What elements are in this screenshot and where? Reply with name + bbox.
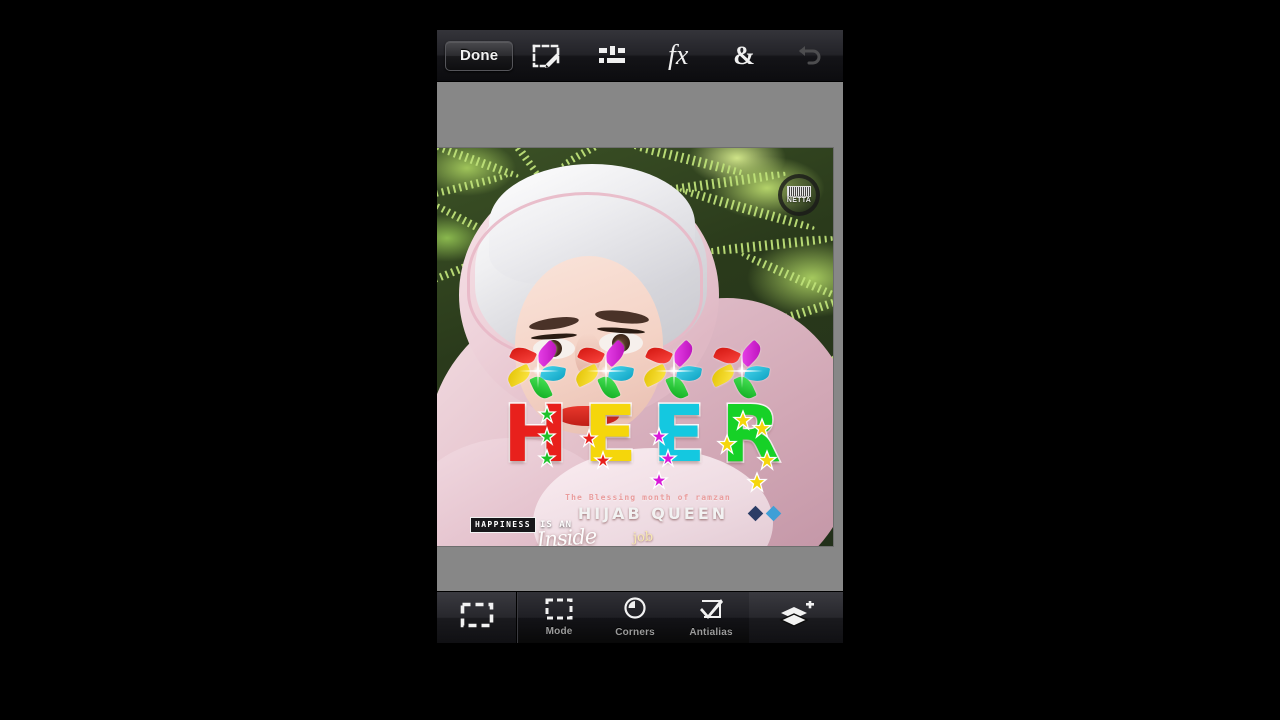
add-layer-button[interactable] xyxy=(749,592,843,643)
sliders-icon xyxy=(597,43,627,69)
done-button[interactable]: Done xyxy=(445,40,514,71)
canvas-work-area[interactable]: NETTA H E E R The Blessing month of ramz… xyxy=(437,82,843,611)
corners-button[interactable]: Corners xyxy=(597,592,673,643)
antialias-button[interactable]: Antialias xyxy=(673,592,749,643)
selection-tool-button[interactable] xyxy=(513,30,579,82)
photo-subject xyxy=(437,148,833,546)
bottom-toolbar: Mode Corners Antialias xyxy=(437,591,843,643)
ampersand-icon: & xyxy=(733,40,755,70)
fx-icon: fx xyxy=(668,39,689,71)
watermark-barcode xyxy=(787,185,811,197)
antialias-label: Antialias xyxy=(689,627,733,638)
corners-label: Corners xyxy=(615,627,655,638)
toolbar-divider xyxy=(516,592,518,643)
adjust-tool-button[interactable] xyxy=(579,30,645,82)
mode-button[interactable]: Mode xyxy=(521,592,597,643)
ampersand-icon-glyph: & xyxy=(733,40,755,70)
selection-tool-indicator[interactable] xyxy=(437,592,517,643)
checkmark-icon xyxy=(698,597,724,626)
layers-plus-icon xyxy=(777,600,815,634)
rounded-corner-icon xyxy=(622,597,648,626)
undo-tool-button[interactable] xyxy=(777,30,843,82)
blend-tool-button[interactable]: & xyxy=(711,30,777,82)
watermark-label: NETTA xyxy=(786,196,812,204)
top-toolbar: Done fx & xyxy=(437,30,843,82)
selection-pencil-icon xyxy=(531,42,561,70)
undo-arrow-icon xyxy=(796,44,824,68)
fx-icon-glyph: fx xyxy=(668,39,689,71)
photo-canvas[interactable]: NETTA H E E R The Blessing month of ramz… xyxy=(437,148,833,546)
marquee-dashed-icon xyxy=(545,598,573,625)
marquee-dashed-icon xyxy=(460,602,494,633)
effects-tool-button[interactable]: fx xyxy=(645,30,711,82)
app-frame: Done fx & NETTA H E E R The Blessing mon… xyxy=(437,30,843,643)
mode-label: Mode xyxy=(545,626,573,637)
bottom-options-group: Mode Corners Antialias xyxy=(521,592,749,643)
photo-watermark-badge: NETTA xyxy=(778,174,820,216)
